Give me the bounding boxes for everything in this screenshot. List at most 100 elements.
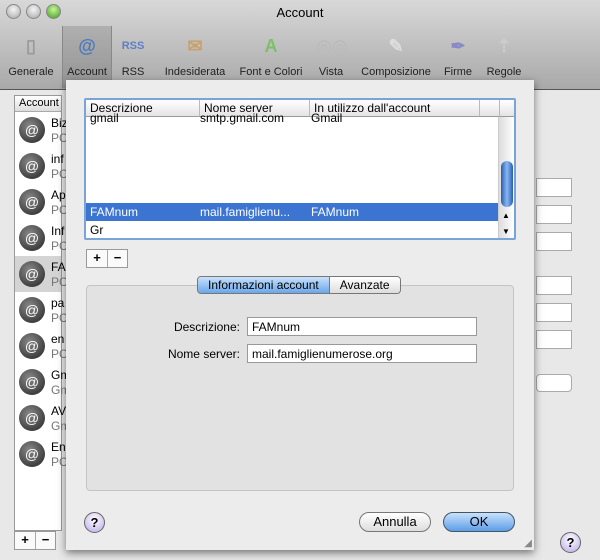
account-item[interactable]: @ Gm Gm	[15, 364, 70, 400]
account-name: pa	[51, 296, 65, 310]
toolbar-label: Vista	[318, 66, 344, 78]
tab-informazioni-account[interactable]: Informazioni account	[198, 277, 330, 293]
background-popup	[536, 374, 572, 392]
account-list-header: Account	[15, 96, 61, 112]
ok-button[interactable]: OK	[443, 512, 515, 532]
toolbar-firme[interactable]: ✒ Firme	[440, 26, 476, 88]
account-list[interactable]: Account @ Biz PO @ inf PO @ Ap PO @ Inf PO @ FA PO @ pa P…	[14, 95, 70, 531]
toolbar-label: Regole	[486, 66, 522, 78]
at-icon: @	[78, 35, 96, 56]
account-name: Ap	[51, 188, 66, 202]
scroll-up-arrow-icon[interactable]: ▲	[502, 211, 510, 220]
toolbar-label: Composizione	[361, 66, 431, 78]
toolbar-generale[interactable]: ▯ Generale	[6, 26, 56, 88]
account-name: AV	[51, 404, 67, 418]
account-item[interactable]: @ AV Gm	[15, 400, 70, 436]
rules-icon: ⇡	[496, 35, 512, 56]
tab-control: Informazioni account Avanzate	[197, 276, 401, 294]
account-at-icon: @	[19, 441, 45, 467]
cell-account: FAMnum	[311, 205, 360, 219]
server-add-remove: + −	[86, 249, 128, 268]
background-field	[536, 178, 572, 197]
account-at-icon: @	[19, 405, 45, 431]
toolbar-rss[interactable]: RSS RSS	[114, 26, 152, 88]
junk-bag-icon: ✉	[187, 35, 203, 56]
add-server-button[interactable]: +	[87, 250, 107, 267]
toolbar-vista[interactable]: ◎◎ Vista	[316, 26, 348, 88]
toolbar-regole[interactable]: ⇡ Regole	[484, 26, 524, 88]
remove-account-button[interactable]: −	[35, 532, 55, 549]
account-name: En	[51, 440, 66, 454]
nome-server-label: Nome server:	[167, 347, 240, 361]
account-at-icon: @	[19, 117, 45, 143]
title-bar: Account ▯ Generale @ Account RSS RSS ✉ Indeside…	[0, 0, 600, 90]
account-item[interactable]: @ Ap PO	[15, 184, 68, 220]
account-item[interactable]: @ pa PO	[15, 292, 68, 328]
descrizione-input[interactable]	[247, 317, 477, 336]
signature-pen-icon: ✒	[450, 35, 466, 56]
cancel-button[interactable]: Annulla	[359, 512, 431, 532]
toolbar-label: Generale	[8, 66, 54, 78]
table-scrollbar[interactable]: ▲ ▼	[498, 117, 514, 238]
smtp-server-sheet: Descrizione Nome server In utilizzo dall…	[66, 80, 534, 550]
account-item[interactable]: @ FA PO	[15, 256, 68, 292]
account-add-remove: + −	[14, 531, 56, 550]
remove-server-button[interactable]: −	[107, 250, 127, 267]
font-colors-icon: A	[264, 35, 278, 56]
account-item[interactable]: @ en PO	[15, 328, 68, 364]
table-row[interactable]: FAMnum mail.famiglienu... FAMnum	[86, 203, 500, 221]
account-at-icon: @	[19, 369, 45, 395]
scroll-down-arrow-icon[interactable]: ▼	[502, 227, 510, 236]
toolbar-label: Font e Colori	[239, 66, 303, 78]
cell-nome-server: smtp.gmail.com	[200, 111, 285, 125]
account-at-icon: @	[19, 225, 45, 251]
background-field	[536, 276, 572, 295]
sheet-help-button[interactable]: ?	[84, 512, 105, 533]
toolbar-indesiderata[interactable]: ✉ Indesiderata	[160, 26, 230, 88]
smtp-server-table[interactable]: Descrizione Nome server In utilizzo dall…	[84, 98, 516, 240]
account-name: en	[51, 332, 65, 346]
tab-panel	[86, 285, 514, 491]
nome-server-input[interactable]	[247, 344, 477, 363]
background-field	[536, 330, 572, 349]
table-row[interactable]: Gr	[86, 221, 500, 238]
account-at-icon: @	[19, 261, 45, 287]
add-account-button[interactable]: +	[15, 532, 35, 549]
toolbar-label: Firme	[443, 66, 473, 78]
background-field	[536, 205, 572, 224]
toolbar-composizione[interactable]: ✎ Composizione	[356, 26, 436, 88]
cell-account: Gmail	[311, 111, 343, 125]
account-at-icon: @	[19, 153, 45, 179]
table-row[interactable]: gmail smtp.gmail.com Gmail	[86, 109, 500, 127]
resize-grip-icon[interactable]: ◢	[524, 538, 532, 549]
account-item[interactable]: @ Inf PO	[15, 220, 68, 256]
toolbar-font-e-colori[interactable]: A Font e Colori	[234, 26, 308, 88]
toolbar-label: RSS	[121, 66, 145, 78]
toolbar-label: Account	[67, 66, 107, 78]
account-name: FA	[51, 260, 66, 274]
cell-descrizione: Gr	[90, 223, 104, 237]
rss-icon: RSS	[121, 40, 145, 52]
account-name: inf	[51, 152, 64, 166]
account-item[interactable]: @ inf PO	[15, 148, 68, 184]
account-at-icon: @	[19, 189, 45, 215]
account-name: Inf	[51, 224, 65, 238]
background-field	[536, 232, 572, 251]
view-glasses-icon: ◎◎	[316, 35, 348, 56]
toolbar-label: Indesiderata	[164, 66, 226, 78]
scrollbar-thumb[interactable]	[501, 161, 513, 207]
compose-pencil-icon: ✎	[388, 35, 404, 56]
window-title: Account	[276, 5, 324, 20]
switch-icon: ▯	[26, 35, 36, 56]
cell-descrizione: FAMnum	[90, 205, 139, 219]
tab-avanzate[interactable]: Avanzate	[329, 277, 400, 293]
cell-descrizione: gmail	[90, 111, 119, 125]
column-header-corner	[500, 100, 514, 117]
background-field	[536, 303, 572, 322]
account-item[interactable]: @ Biz PO	[15, 112, 68, 148]
account-at-icon: @	[19, 297, 45, 323]
descrizione-label: Descrizione:	[173, 320, 240, 334]
toolbar-account[interactable]: @ Account	[62, 26, 112, 88]
main-help-button[interactable]: ?	[560, 532, 581, 553]
account-item[interactable]: @ En PO	[15, 436, 68, 472]
